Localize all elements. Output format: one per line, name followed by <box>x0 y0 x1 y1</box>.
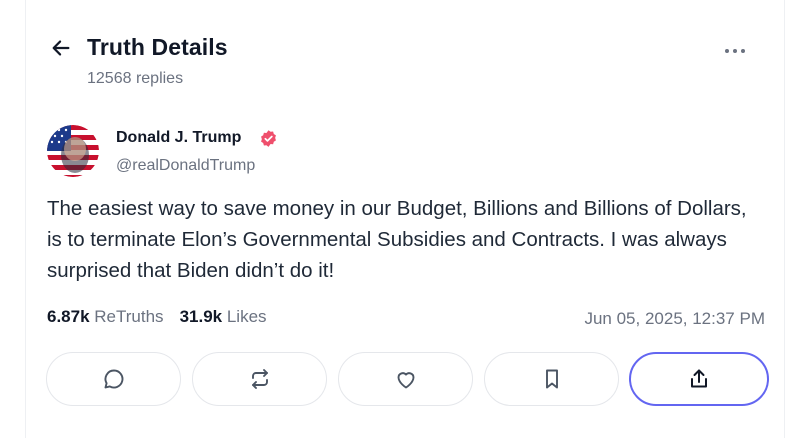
retruths-count: 6.87k <box>47 307 90 326</box>
bookmark-button[interactable] <box>484 352 619 406</box>
comment-icon <box>102 367 126 391</box>
likes-stat[interactable]: 31.9k Likes <box>180 307 267 327</box>
heart-icon <box>394 367 418 391</box>
repost-icon <box>248 367 272 391</box>
back-button[interactable] <box>48 37 74 63</box>
reply-button[interactable] <box>46 352 181 406</box>
avatar[interactable] <box>47 125 99 177</box>
reply-count: 12568 replies <box>87 70 184 87</box>
retruth-button[interactable] <box>192 352 327 406</box>
more-options-button[interactable] <box>718 40 752 62</box>
more-dot-icon <box>725 49 729 53</box>
verified-badge-icon <box>259 129 278 148</box>
post-timestamp: Jun 05, 2025, 12:37 PM <box>584 309 765 328</box>
retruths-stat[interactable]: 6.87k ReTruths <box>47 307 164 327</box>
post-text: The easiest way to save money in our Bud… <box>47 197 747 282</box>
likes-count: 31.9k <box>179 307 223 326</box>
share-icon <box>687 367 711 391</box>
author-name[interactable]: Donald J. Trump <box>116 129 241 147</box>
like-button[interactable] <box>338 352 473 406</box>
author-handle[interactable]: @realDonaldTrump <box>116 157 255 175</box>
share-button[interactable] <box>629 352 769 406</box>
more-dot-icon <box>733 49 737 53</box>
retruths-label: ReTruths <box>94 307 164 326</box>
post-stats: 6.87k ReTruths 31.9k Likes <box>47 307 267 327</box>
page-title: Truth Details <box>87 34 228 60</box>
more-dot-icon <box>741 49 745 53</box>
arrow-left-icon <box>50 37 72 64</box>
likes-label: Likes <box>226 307 267 326</box>
bookmark-icon <box>540 367 564 391</box>
